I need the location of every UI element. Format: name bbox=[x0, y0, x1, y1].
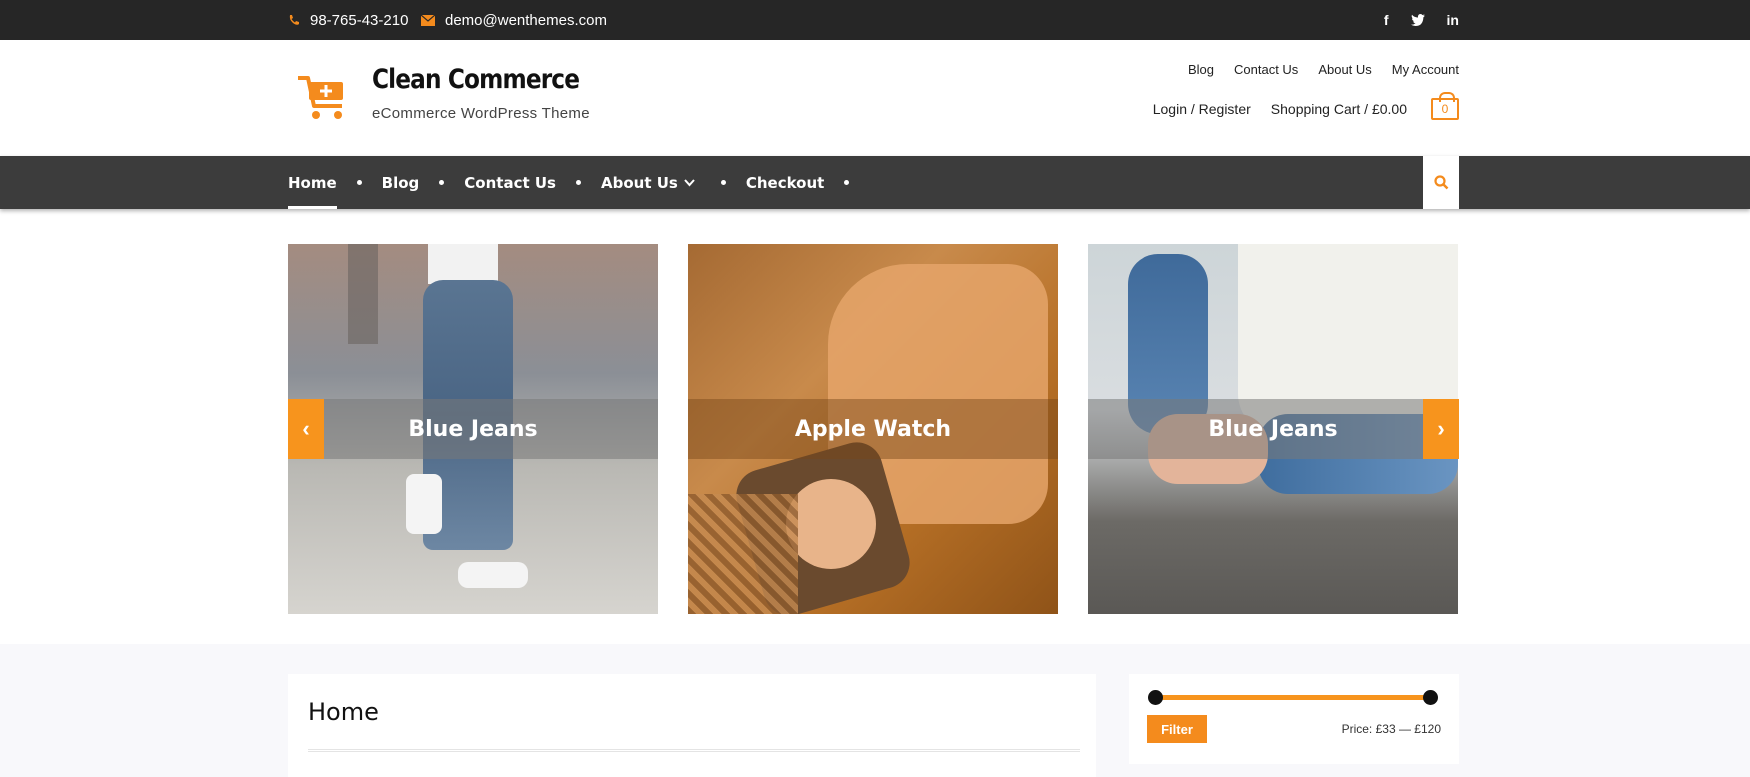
slide-caption[interactable]: Blue Jeans bbox=[288, 399, 658, 459]
secondary-nav-my-account[interactable]: My Account bbox=[1392, 62, 1459, 77]
nav-item-checkout[interactable]: Checkout bbox=[746, 156, 824, 209]
search-icon bbox=[1433, 175, 1448, 190]
account-nav: Login / Register Shopping Cart / £0.00 0 bbox=[1153, 92, 1459, 120]
slide-image bbox=[786, 479, 876, 569]
nav-label: Blog bbox=[381, 173, 420, 192]
cart-count: 0 bbox=[1441, 102, 1449, 116]
top-bar: 98-765-43-210 demo@wenthemes.com f in bbox=[0, 0, 1750, 40]
slide-image bbox=[458, 562, 528, 588]
phone-number: 98-765-43-210 bbox=[310, 11, 409, 29]
main-content-box: Home bbox=[288, 674, 1096, 777]
site-header: Clean Commerce eCommerce WordPress Theme… bbox=[0, 40, 1750, 156]
nav-item-home[interactable]: Home bbox=[288, 156, 337, 209]
main-navigation: Home Blog Contact Us About Us Checkout bbox=[0, 156, 1750, 209]
range-handle-max[interactable] bbox=[1423, 690, 1438, 705]
secondary-nav-about-us[interactable]: About Us bbox=[1318, 62, 1371, 77]
slide-caption[interactable]: Apple Watch bbox=[688, 399, 1058, 459]
nav-separator bbox=[439, 180, 445, 185]
nav-separator bbox=[720, 180, 726, 185]
slide-blue-jeans-2[interactable]: Blue Jeans bbox=[1088, 244, 1458, 614]
slider-prev-button[interactable]: ‹ bbox=[288, 399, 324, 459]
phone-contact[interactable]: 98-765-43-210 bbox=[288, 0, 408, 40]
range-handle-min[interactable] bbox=[1148, 690, 1163, 705]
nav-label: Home bbox=[288, 173, 337, 192]
nav-label: Checkout bbox=[745, 173, 825, 192]
price-filter-widget: Filter Price: £33 — £120 bbox=[1129, 674, 1459, 764]
slider-next-button[interactable]: › bbox=[1423, 399, 1459, 459]
secondary-nav-blog[interactable]: Blog bbox=[1188, 62, 1214, 77]
phone-icon bbox=[289, 15, 299, 25]
nav-separator bbox=[575, 180, 581, 185]
nav-separator bbox=[844, 180, 850, 185]
shopping-cart-logo-icon[interactable] bbox=[296, 72, 352, 122]
twitter-icon[interactable] bbox=[1410, 14, 1425, 26]
social-links: f in bbox=[1384, 0, 1459, 40]
slide-caption[interactable]: Blue Jeans bbox=[1088, 399, 1458, 459]
search-button[interactable] bbox=[1423, 156, 1459, 209]
nav-item-contact-us[interactable]: Contact Us bbox=[464, 156, 556, 209]
slide-image bbox=[428, 244, 498, 284]
page-title: Home bbox=[308, 698, 379, 726]
site-tagline: eCommerce WordPress Theme bbox=[372, 105, 590, 122]
chevron-down-icon bbox=[684, 178, 695, 186]
main-nav-list: Home Blog Contact Us About Us Checkout bbox=[288, 156, 869, 209]
nav-separator bbox=[356, 180, 362, 185]
slide-image bbox=[688, 494, 798, 614]
email-address: demo@wenthemes.com bbox=[445, 11, 607, 29]
slide-apple-watch[interactable]: Apple Watch bbox=[688, 244, 1058, 614]
nav-label: About Us bbox=[600, 173, 678, 192]
title-divider bbox=[308, 749, 1080, 752]
secondary-nav: Blog Contact Us About Us My Account bbox=[1188, 62, 1459, 77]
featured-slider: Blue Jeans Apple Watch Blue Jeans ‹ › bbox=[288, 244, 1459, 614]
facebook-icon[interactable]: f bbox=[1384, 12, 1389, 28]
nav-item-about-us[interactable]: About Us bbox=[601, 156, 695, 209]
price-range-slider[interactable] bbox=[1148, 690, 1438, 705]
cart-bag-icon[interactable]: 0 bbox=[1431, 92, 1459, 120]
nav-label: Contact Us bbox=[464, 173, 556, 192]
secondary-nav-contact-us[interactable]: Contact Us bbox=[1234, 62, 1298, 77]
slide-image bbox=[348, 244, 378, 344]
email-contact[interactable]: demo@wenthemes.com bbox=[421, 0, 607, 40]
filter-button[interactable]: Filter bbox=[1147, 715, 1207, 743]
envelope-icon bbox=[421, 14, 435, 26]
site-title[interactable]: Clean Commerce bbox=[372, 64, 580, 95]
slide-image bbox=[406, 474, 442, 534]
price-range-label: Price: £33 — £120 bbox=[1341, 722, 1441, 736]
shopping-cart-link[interactable]: Shopping Cart / £0.00 bbox=[1271, 101, 1407, 117]
nav-item-blog[interactable]: Blog bbox=[382, 156, 420, 209]
slide-blue-jeans[interactable]: Blue Jeans bbox=[288, 244, 658, 614]
linkedin-icon[interactable]: in bbox=[1447, 12, 1459, 28]
login-register-link[interactable]: Login / Register bbox=[1153, 101, 1251, 117]
